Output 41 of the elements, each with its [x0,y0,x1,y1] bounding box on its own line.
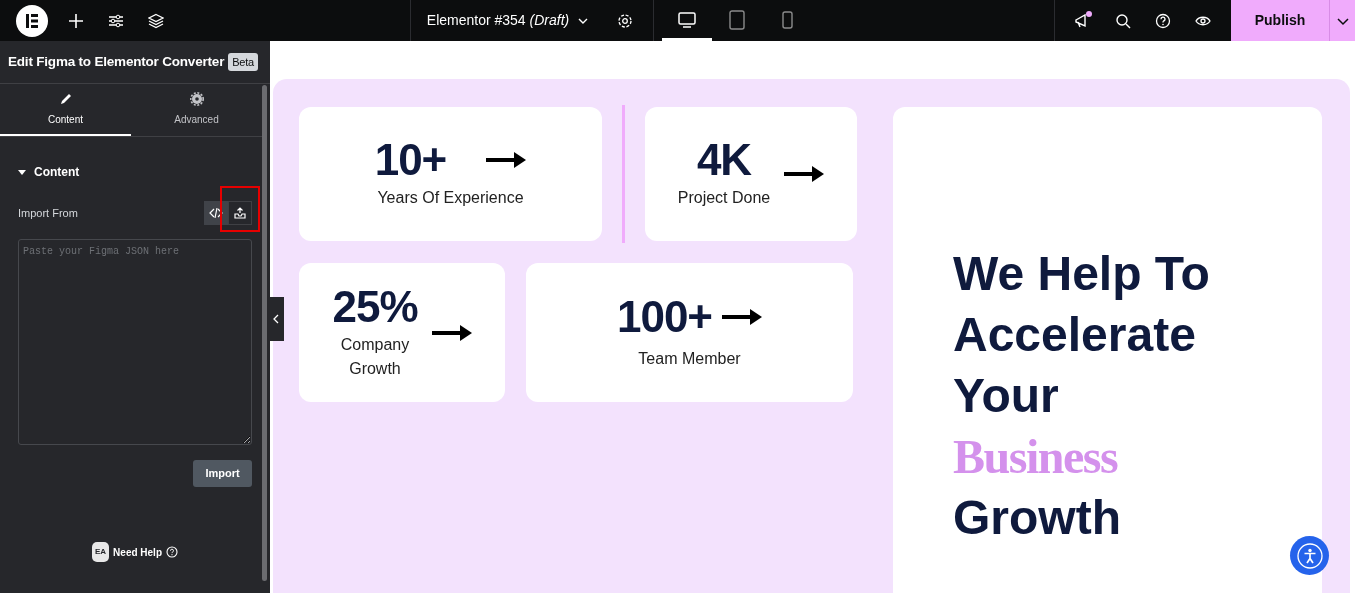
scrollbar[interactable] [262,85,267,581]
chevron-icon [273,314,279,324]
import-button[interactable]: Import [193,460,252,487]
stat-value: 10+ [374,138,447,182]
panel-tab[interactable]: Advanced [131,84,262,136]
logo-icon[interactable] [16,4,48,37]
panel-title: Edit Figma to Elementor Converter [8,52,225,71]
stat-label: Company Growth [339,334,411,379]
code-source-button[interactable] [204,201,228,225]
arrow-icon [431,322,472,343]
document-title-dropdown[interactable]: Elementor #354 (Draft) [410,0,606,41]
section-toggle[interactable]: Content [18,163,80,181]
collapse-panel-button[interactable] [268,297,284,341]
upload-source-button[interactable] [228,201,252,225]
stat-value: 25% [332,284,418,329]
stat-label: Team Member [638,348,741,369]
tablet-icon [727,10,748,30]
stat-label: Years Of Experience [377,188,524,208]
code-icon [209,206,223,220]
hero-heading: We Help To Accelerate Your Business Growth [953,246,1211,546]
publish-options-button[interactable] [1329,0,1355,41]
json-input-field[interactable]: Paste your Figma JSON here [18,239,252,445]
arrow-icon [722,306,763,327]
caret-icon [18,168,26,176]
help-icon [166,546,178,558]
panel-tab[interactable]: Content [0,84,131,136]
accessibility-icon [1295,541,1324,570]
arrow-icon [486,150,527,170]
arrow-icon [784,164,825,184]
stat-value: 4K [696,138,752,182]
pencil-icon [58,91,73,106]
gear-icon [189,91,204,106]
stat-value: 100+ [616,294,713,339]
publish-button[interactable]: Publish [1231,0,1329,41]
import-from-label: Import From [18,205,78,221]
need-help-link[interactable]: EA Need Help [92,542,178,562]
desktop-icon [677,10,698,30]
help-logo: EA [92,542,110,562]
beta-badge: Beta [228,52,259,72]
upload-icon [233,206,247,220]
stat-label: Project Done [677,188,771,208]
